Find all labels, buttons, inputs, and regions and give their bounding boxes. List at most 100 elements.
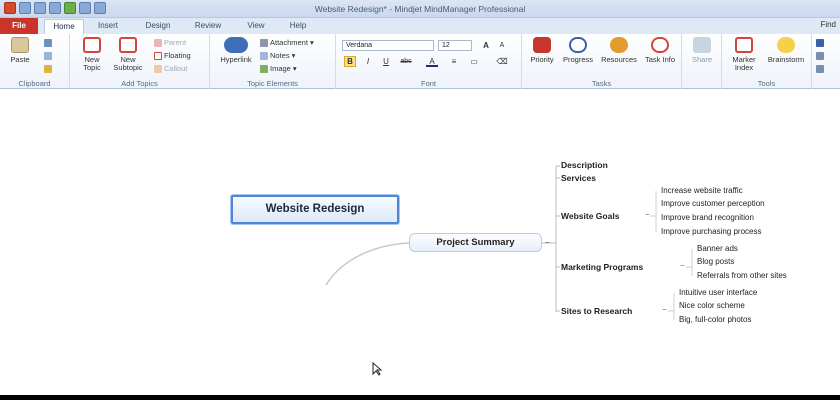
leaf-color-scheme[interactable]: Nice color scheme xyxy=(679,301,745,310)
map-canvas[interactable]: Website Redesign Project Summary − Descr… xyxy=(0,90,840,395)
find-button[interactable]: Find xyxy=(820,20,836,29)
new-subtopic-label: New Subtopic xyxy=(113,55,143,72)
attachment-button[interactable]: Attachment ▾ xyxy=(260,37,314,48)
brush-icon xyxy=(44,64,52,73)
hyperlink-label: Hyperlink xyxy=(220,55,252,64)
leaf-increase-traffic[interactable]: Increase website traffic xyxy=(661,186,743,195)
brainstorm-label: Brainstorm xyxy=(767,55,805,64)
window-title: Website Redesign* - Mindjet MindManager … xyxy=(314,4,526,14)
paste-button[interactable]: Paste xyxy=(4,37,36,64)
marker-index-label: Marker Index xyxy=(732,55,756,72)
tab-insert[interactable]: Insert xyxy=(88,19,128,34)
share-button[interactable]: Share xyxy=(686,37,718,64)
priority-button[interactable]: Priority xyxy=(526,37,558,64)
italic-button[interactable]: I xyxy=(362,56,374,67)
new-topic-icon xyxy=(83,37,101,53)
resources-button[interactable]: Resources xyxy=(600,37,638,64)
cut-button[interactable] xyxy=(44,37,52,48)
progress-label: Progress xyxy=(562,55,593,64)
collapse-toggle-sites[interactable]: − xyxy=(662,305,667,314)
paperclip-icon xyxy=(260,38,268,47)
share-label: Share xyxy=(691,55,712,64)
marker-index-icon xyxy=(735,37,753,53)
group-tasks: Priority Progress Resources Task Info Ta… xyxy=(522,34,682,89)
subtopic-website-goals[interactable]: Website Goals xyxy=(561,211,619,221)
priority-label: Priority xyxy=(530,55,554,64)
shrink-font-button[interactable]: A xyxy=(496,40,508,51)
group-share: Share xyxy=(682,34,722,89)
subtopic-description[interactable]: Description xyxy=(561,160,608,170)
bold-button[interactable]: B xyxy=(344,56,356,67)
font-color-button[interactable]: A xyxy=(426,56,438,67)
new-topic-button[interactable]: New Topic xyxy=(76,37,108,72)
tab-file[interactable]: File xyxy=(0,18,38,34)
app-window: Website Redesign* - Mindjet MindManager … xyxy=(0,0,840,395)
clipboard-icon xyxy=(11,37,29,53)
floating-button[interactable]: Floating xyxy=(154,50,191,61)
tab-home[interactable]: Home xyxy=(44,19,84,34)
leaf-banner-ads[interactable]: Banner ads xyxy=(697,244,738,253)
resources-label: Resources xyxy=(601,55,637,64)
new-subtopic-button[interactable]: New Subtopic xyxy=(112,37,144,72)
image-icon xyxy=(260,64,268,73)
underline-button[interactable]: U xyxy=(380,56,392,67)
clear-format-icon[interactable]: ⌫ xyxy=(496,56,508,67)
collapse-toggle-goals[interactable]: − xyxy=(645,210,650,219)
image-label: Image xyxy=(270,64,291,73)
subtopic-sites-to-research[interactable]: Sites to Research xyxy=(561,306,632,316)
task-info-button[interactable]: Task Info xyxy=(644,37,676,64)
fill-color-button[interactable]: ▭ xyxy=(468,56,480,67)
brainstorm-button[interactable]: Brainstorm xyxy=(764,37,808,64)
leaf-referrals[interactable]: Referrals from other sites xyxy=(697,271,787,280)
task-info-icon xyxy=(651,37,669,53)
tab-review[interactable]: Review xyxy=(186,19,230,34)
more-tool-1[interactable] xyxy=(816,37,824,48)
leaf-blog-posts[interactable]: Blog posts xyxy=(697,257,734,266)
lightbulb-icon xyxy=(777,37,795,53)
parent-button[interactable]: Parent xyxy=(154,37,186,48)
more-tool-3[interactable] xyxy=(816,63,824,74)
notes-icon xyxy=(260,51,268,60)
font-family-select[interactable]: Verdana xyxy=(342,40,434,51)
leaf-improve-purchasing[interactable]: Improve purchasing process xyxy=(661,227,762,236)
progress-icon xyxy=(569,37,587,53)
main-topic-project-summary[interactable]: Project Summary xyxy=(409,233,542,252)
leaf-full-color-photos[interactable]: Big, full-color photos xyxy=(679,315,751,324)
align-button[interactable]: ≡ xyxy=(448,56,460,67)
collapse-toggle-marketing[interactable]: − xyxy=(680,261,685,270)
central-topic[interactable]: Website Redesign xyxy=(231,195,399,224)
tool-icon xyxy=(816,51,824,60)
tab-view[interactable]: View xyxy=(236,19,276,34)
grow-font-button[interactable]: A xyxy=(480,40,492,51)
group-tools: Marker Index Brainstorm Tools xyxy=(722,34,812,89)
task-info-label: Task Info xyxy=(644,55,675,64)
connector-central-main xyxy=(325,242,410,286)
collapse-toggle-main[interactable]: − xyxy=(545,238,550,247)
more-tool-2[interactable] xyxy=(816,50,824,61)
leaf-intuitive-ui[interactable]: Intuitive user interface xyxy=(679,288,757,297)
callout-button[interactable]: Callout xyxy=(154,63,187,74)
tab-help[interactable]: Help xyxy=(280,19,316,34)
hyperlink-button[interactable]: Hyperlink xyxy=(216,37,256,64)
mouse-cursor-icon xyxy=(372,362,383,376)
image-button[interactable]: Image ▾ xyxy=(260,63,297,74)
floating-label: Floating xyxy=(164,51,191,60)
group-label-topic-elements: Topic Elements xyxy=(247,79,298,88)
group-label-add-topics: Add Topics xyxy=(121,79,158,88)
callout-label: Callout xyxy=(164,64,188,73)
leaf-improve-brand[interactable]: Improve brand recognition xyxy=(661,213,754,222)
format-painter-button[interactable] xyxy=(44,63,52,74)
new-subtopic-icon xyxy=(119,37,137,53)
tab-design[interactable]: Design xyxy=(136,19,180,34)
subtopic-marketing-programs[interactable]: Marketing Programs xyxy=(561,262,643,272)
leaf-improve-perception[interactable]: Improve customer perception xyxy=(661,199,765,208)
notes-button[interactable]: Notes ▾ xyxy=(260,50,295,61)
share-icon xyxy=(693,37,711,53)
font-size-select[interactable]: 12 xyxy=(438,40,472,51)
subtopic-services[interactable]: Services xyxy=(561,173,596,183)
group-more xyxy=(812,34,840,89)
copy-button[interactable] xyxy=(44,50,52,61)
progress-button[interactable]: Progress xyxy=(562,37,594,64)
marker-index-button[interactable]: Marker Index xyxy=(726,37,762,72)
strikethrough-button[interactable]: abc xyxy=(398,56,414,67)
